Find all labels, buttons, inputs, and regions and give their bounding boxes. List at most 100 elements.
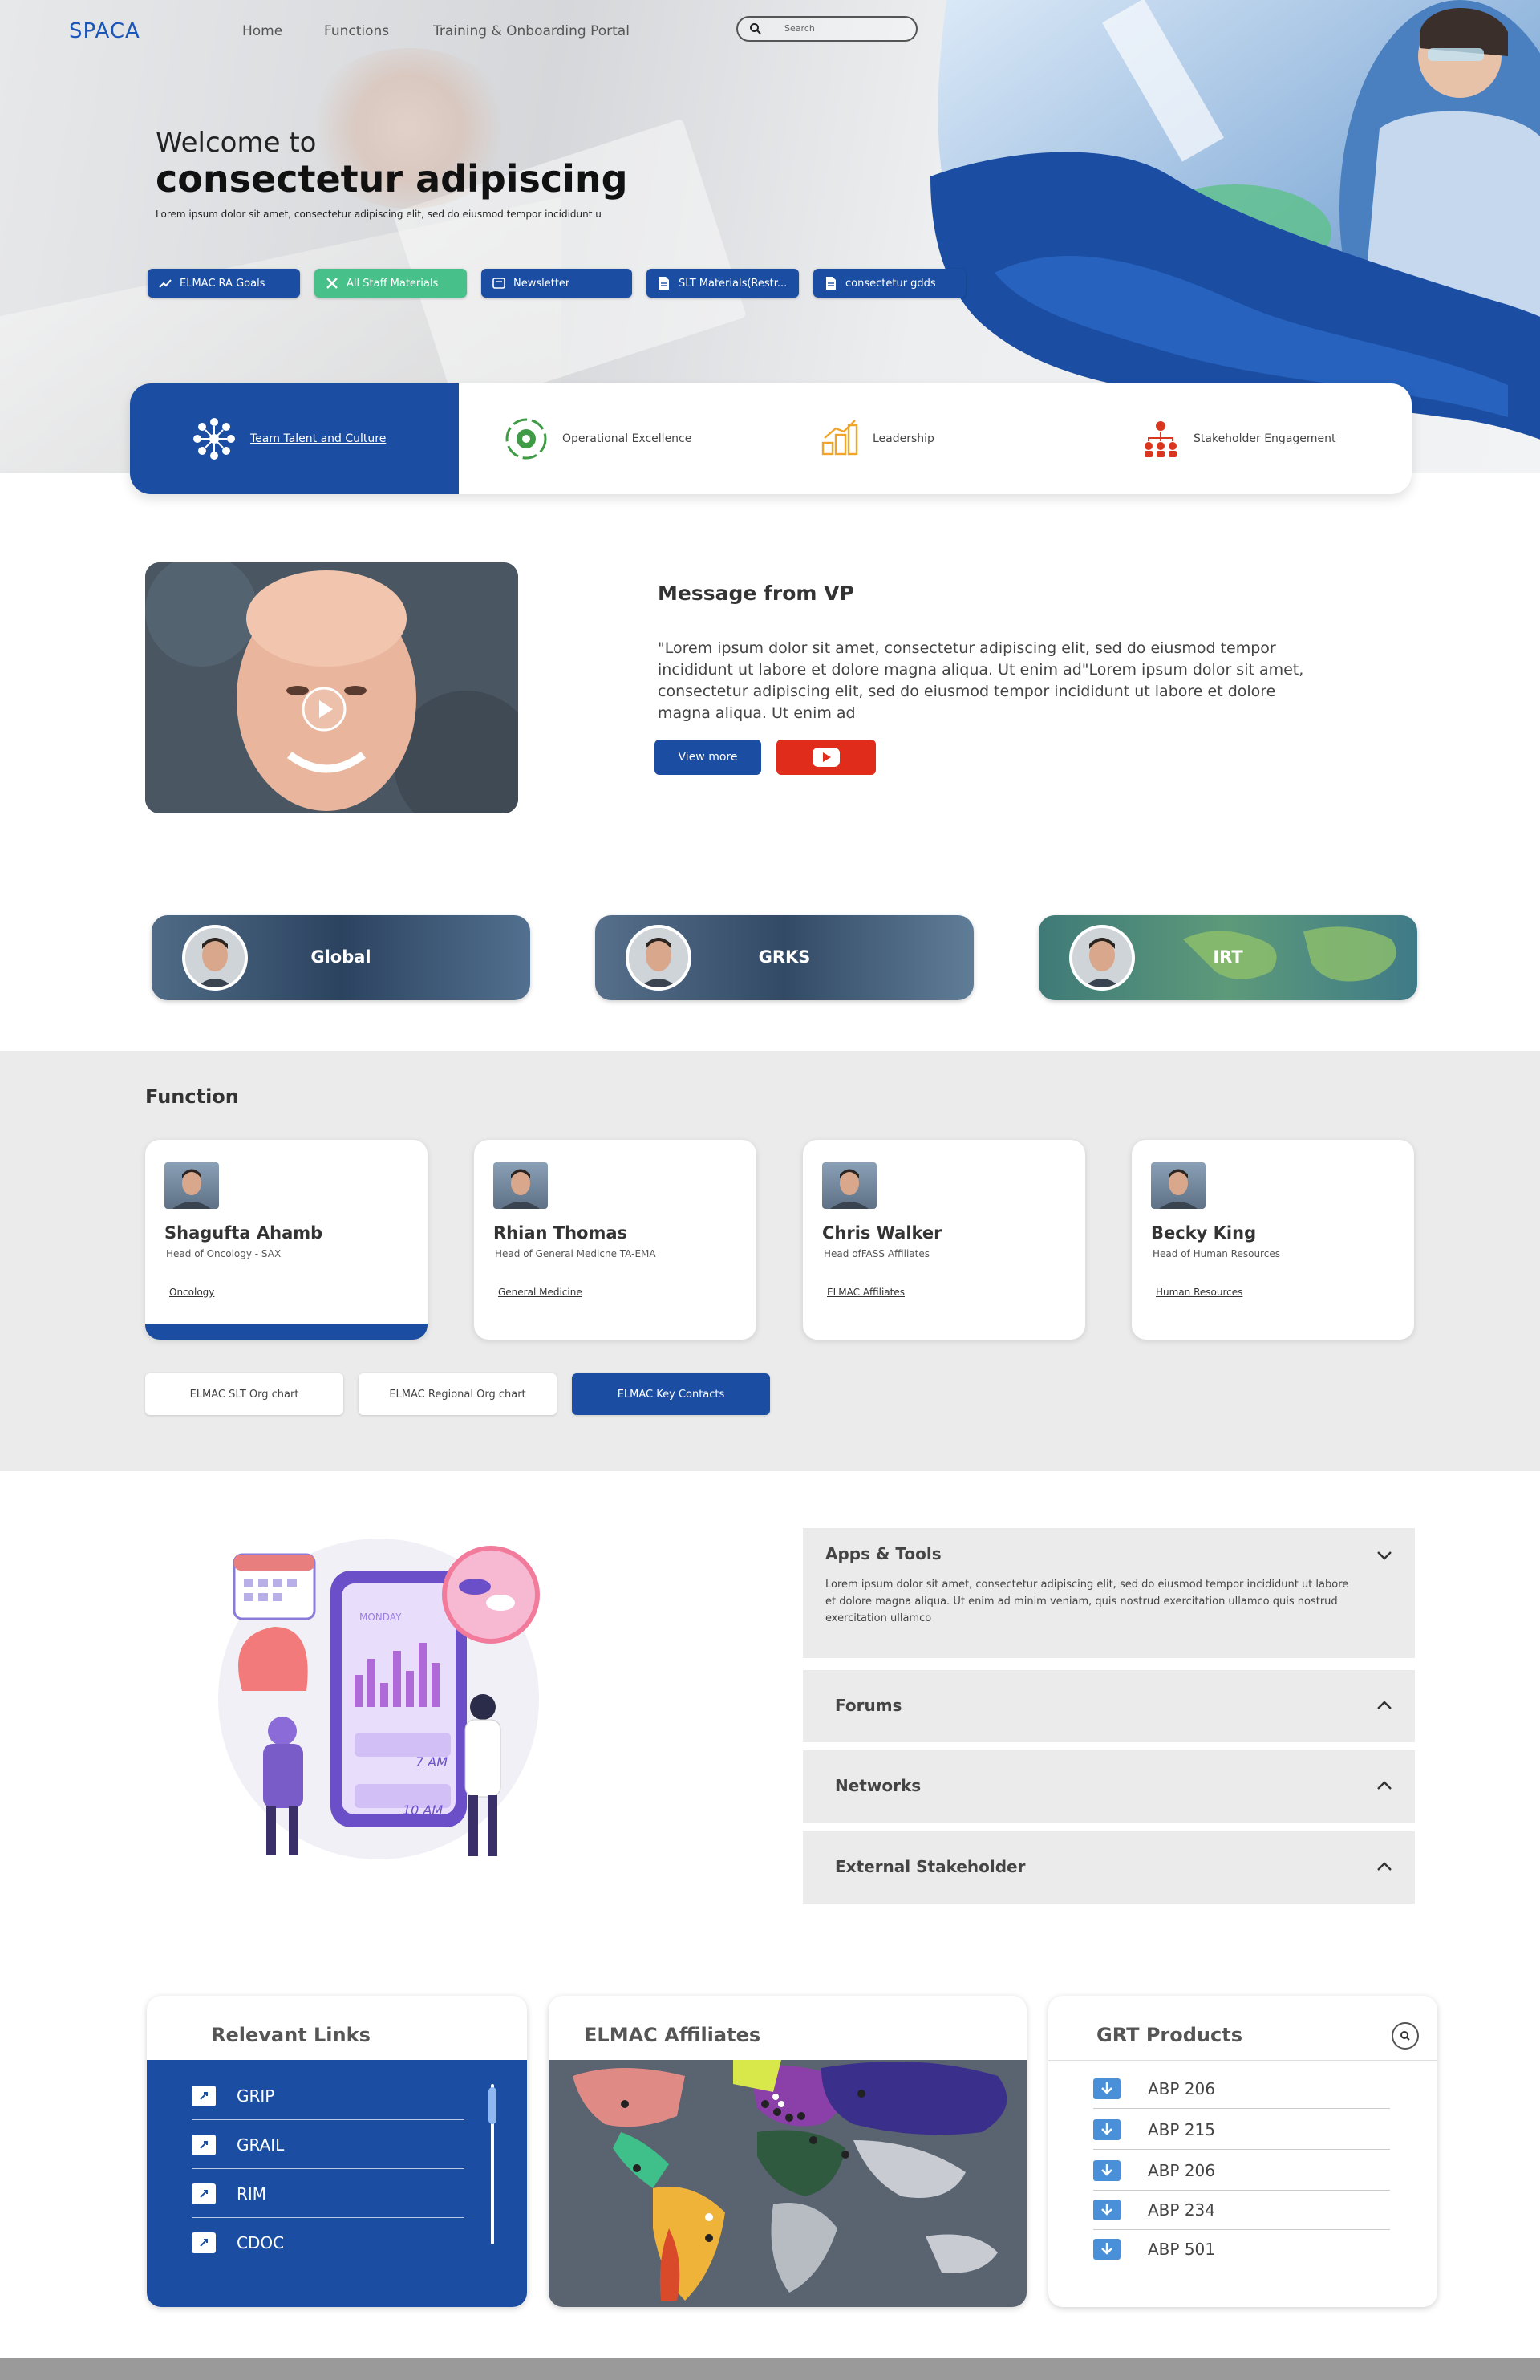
product-row[interactable]: ABP 501 <box>1093 2229 1390 2269</box>
affiliates-widget: ELMAC Affiliates <box>549 1996 1027 2307</box>
link-cdoc[interactable]: CDOC <box>192 2219 464 2267</box>
region-card-global[interactable]: Global <box>152 915 530 1000</box>
chevron-up-icon[interactable] <box>1376 1781 1392 1790</box>
site-logo[interactable]: SPACA <box>69 19 140 43</box>
person-name: Becky King <box>1151 1223 1257 1243</box>
product-row[interactable]: ABP 215 <box>1093 2110 1390 2150</box>
person-link[interactable]: Oncology <box>169 1287 214 1298</box>
person-link[interactable]: Human Resources <box>1156 1287 1242 1298</box>
key-contacts-button[interactable]: ELMAC Key Contacts <box>572 1373 770 1415</box>
chevron-up-icon[interactable] <box>1376 1701 1392 1710</box>
accordion-apps-tools[interactable]: Apps & Tools Lorem ipsum dolor sit amet,… <box>803 1528 1415 1658</box>
product-label: ABP 234 <box>1148 2200 1215 2220</box>
accordion-networks[interactable]: Networks <box>803 1750 1415 1823</box>
nav-training-link[interactable]: Training & Onboarding Portal <box>433 23 630 39</box>
relevant-links-title: Relevant Links <box>211 2024 371 2046</box>
chevron-up-icon[interactable] <box>1376 1862 1392 1871</box>
link-label: GRIP <box>237 2086 275 2106</box>
divider <box>1048 2060 1437 2061</box>
person-role: Head of Oncology - SAX <box>166 1248 282 1259</box>
person-card[interactable]: Becky King Head of Human Resources Human… <box>1132 1140 1414 1340</box>
accordion-title: Networks <box>835 1776 922 1795</box>
person-card[interactable]: Rhian Thomas Head of General Medicne TA-… <box>474 1140 756 1340</box>
stakeholder-icon <box>1145 421 1177 457</box>
person-card[interactable]: Shagufta Ahamb Head of Oncology - SAX On… <box>145 1140 428 1340</box>
avatar <box>1151 1162 1206 1209</box>
link-label: GRAIL <box>237 2135 285 2155</box>
link-label: CDOC <box>237 2233 285 2252</box>
product-label: ABP 206 <box>1148 2078 1215 2098</box>
pill-ra-goals[interactable]: ELMAC RA Goals <box>148 269 300 298</box>
pill-label: Newsletter <box>513 277 570 290</box>
leadership-icon <box>821 420 858 456</box>
youtube-button[interactable] <box>776 740 876 775</box>
pill-slt-materials[interactable]: SLT Materials(Restr... <box>646 269 799 298</box>
function-title: Function <box>145 1085 239 1108</box>
search-input[interactable]: Search <box>736 16 918 42</box>
vp-message: "Lorem ipsum dolor sit amet, consectetur… <box>658 639 1304 722</box>
accordion-title: Forums <box>835 1696 902 1715</box>
affiliates-map[interactable] <box>549 2060 1027 2307</box>
region-label: GRKS <box>758 947 811 967</box>
avatar <box>164 1162 219 1209</box>
pill-staff-materials[interactable]: All Staff Materials <box>314 269 467 298</box>
team-icon <box>193 418 235 460</box>
view-more-button[interactable]: View more <box>654 740 761 775</box>
grt-products-title: GRT Products <box>1096 2024 1242 2046</box>
vp-title: Message from VP <box>658 582 854 605</box>
product-row[interactable]: ABP 206 <box>1093 2069 1390 2109</box>
youtube-icon <box>813 748 840 767</box>
accordion-title: External Stakeholder <box>835 1857 1026 1876</box>
search-icon <box>750 23 761 34</box>
chart-icon <box>157 275 173 291</box>
regional-org-chart-button[interactable]: ELMAC Regional Org chart <box>359 1373 557 1415</box>
region-card-irt[interactable]: IRT <box>1039 915 1417 1000</box>
relevant-links-list: GRIP GRAIL RIM CDOC <box>147 2060 527 2307</box>
play-icon[interactable] <box>301 686 347 732</box>
product-label: ABP 215 <box>1148 2119 1215 2139</box>
slt-org-chart-button[interactable]: ELMAC SLT Org chart <box>145 1373 343 1415</box>
pill-consectetur[interactable]: consectetur gdds <box>813 269 966 298</box>
person-link[interactable]: ELMAC Affiliates <box>827 1287 905 1298</box>
region-label: IRT <box>1213 947 1243 967</box>
pill-label: SLT Materials(Restr... <box>679 277 788 290</box>
link-grip[interactable]: GRIP <box>192 2072 464 2120</box>
accordion-forums[interactable]: Forums <box>803 1670 1415 1742</box>
scrollbar-thumb[interactable] <box>488 2087 496 2124</box>
tab-operational-excellence[interactable]: Operational Excellence <box>503 383 691 494</box>
chevron-down-icon[interactable] <box>1376 1551 1392 1560</box>
product-label: ABP 501 <box>1148 2240 1215 2259</box>
pill-newsletter[interactable]: Newsletter <box>481 269 632 298</box>
illustration-time-2: 10 AM <box>403 1802 443 1818</box>
link-icon <box>192 2134 216 2155</box>
vp-video-thumbnail[interactable] <box>145 562 518 813</box>
region-card-grks[interactable]: GRKS <box>595 915 974 1000</box>
tab-stakeholder-engagement[interactable]: Stakeholder Engagement <box>1141 383 1336 494</box>
hero-welcome: Welcome to <box>156 127 317 159</box>
avatar <box>493 1162 548 1209</box>
hero-headline: consectetur adipiscing <box>156 157 628 201</box>
person-role: Head of Human Resources <box>1153 1248 1280 1259</box>
illustration-time-1: 7 AM <box>415 1754 448 1770</box>
tab-leadership[interactable]: Leadership <box>820 383 934 494</box>
person-link[interactable]: General Medicine <box>498 1287 582 1298</box>
download-icon <box>1093 2078 1121 2099</box>
nav-functions-link[interactable]: Functions <box>324 23 389 39</box>
document-icon <box>656 275 672 291</box>
search-icon[interactable] <box>1391 2021 1420 2050</box>
accordion-external-stakeholder[interactable]: External Stakeholder <box>803 1831 1415 1904</box>
tab-label: Team Talent and Culture <box>250 432 387 445</box>
tab-label: Stakeholder Engagement <box>1194 432 1336 445</box>
product-row[interactable]: ABP 234 <box>1093 2190 1390 2230</box>
tools-icon <box>324 275 340 291</box>
nav-home-link[interactable]: Home <box>242 23 282 39</box>
product-label: ABP 206 <box>1148 2160 1215 2180</box>
tab-team-talent[interactable]: Team Talent and Culture <box>130 383 459 494</box>
grt-products-widget: GRT Products ABP 206 ABP 215 ABP 206 ABP… <box>1048 1996 1437 2307</box>
link-icon <box>192 2183 216 2204</box>
product-row[interactable]: ABP 206 <box>1093 2151 1390 2191</box>
relevant-links-widget: Relevant Links GRIP GRAIL RIM CDOC <box>147 1996 527 2307</box>
person-card[interactable]: Chris Walker Head ofFASS Affiliates ELMA… <box>803 1140 1085 1340</box>
link-rim[interactable]: RIM <box>192 2170 464 2218</box>
link-grail[interactable]: GRAIL <box>192 2121 464 2169</box>
